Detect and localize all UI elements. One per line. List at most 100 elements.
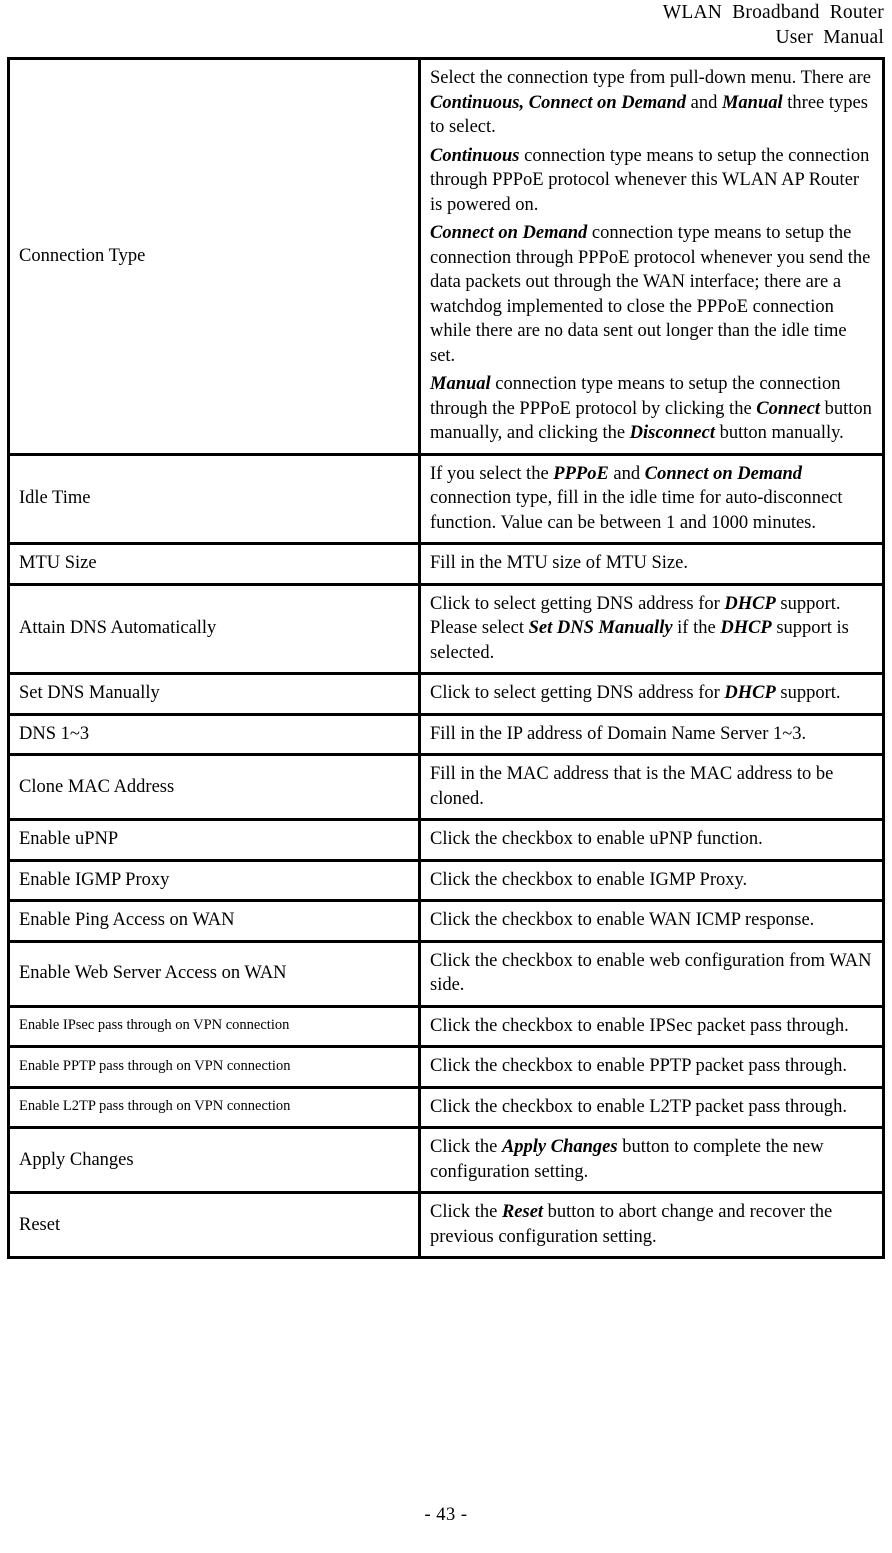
description-paragraph: Click the checkbox to enable web configu… xyxy=(430,949,873,998)
table-row: Connection Type Select the connection typ… xyxy=(7,57,885,456)
setting-name-cell: Enable uPNP xyxy=(7,821,421,862)
setting-description-cell: Fill in the IP address of Domain Name Se… xyxy=(421,715,885,756)
emphasis-term: Apply Changes xyxy=(501,1137,618,1157)
setting-description-cell: Click the checkbox to enable L2TP packet… xyxy=(421,1088,885,1129)
setting-description-cell: Select the connection type from pull-dow… xyxy=(421,57,885,456)
description-text: Select the connection type from pull-dow… xyxy=(430,68,871,88)
page-number: - 43 - xyxy=(424,1505,468,1525)
setting-name-cell: Enable L2TP pass through on VPN connecti… xyxy=(7,1088,421,1129)
setting-name-cell: Attain DNS Automatically xyxy=(7,585,421,675)
description-text: Click the xyxy=(430,1202,502,1222)
setting-description-cell: Click the checkbox to enable web configu… xyxy=(421,942,885,1008)
description-paragraph: Click the checkbox to enable uPNP functi… xyxy=(430,827,873,852)
setting-description-cell: Click to select getting DNS address for … xyxy=(421,585,885,675)
table-row: Set DNS Manually Click to select getting … xyxy=(7,675,885,716)
table-row: Reset Click the Reset button to abort cha… xyxy=(7,1194,885,1259)
setting-description-cell: Click the Apply Changes button to comple… xyxy=(421,1129,885,1194)
description-text: Click to select getting DNS address for xyxy=(430,683,725,703)
description-paragraph: Select the connection type from pull-dow… xyxy=(430,66,873,140)
emphasis-term: Continuous, Connect on Demand xyxy=(430,92,686,113)
emphasis-term: Set DNS Manually xyxy=(528,618,673,638)
setting-name-cell: Set DNS Manually xyxy=(7,675,421,716)
setting-description-cell: Click the checkbox to enable PPTP packet… xyxy=(421,1048,885,1089)
table-row: Enable IGMP Proxy Click the checkbox to e… xyxy=(7,861,885,902)
running-header-line-1: WLAN Broadband Router xyxy=(662,2,884,23)
setting-name-cell: Idle Time xyxy=(7,455,421,545)
setting-description-cell: Fill in the MAC address that is the MAC … xyxy=(421,756,885,821)
description-text: Click the checkbox to enable L2TP packet… xyxy=(430,1096,847,1117)
emphasis-term: DHCP xyxy=(720,618,772,638)
description-paragraph: Click to select getting DNS address for … xyxy=(430,681,873,706)
table-row: Enable uPNP Click the checkbox to enable … xyxy=(7,821,885,862)
table-row: Enable IPsec pass through on VPN connect… xyxy=(7,1007,885,1048)
description-paragraph: Click to select getting DNS address for … xyxy=(430,592,873,666)
running-header: WLAN Broadband Router User Manual xyxy=(0,0,884,50)
description-text: button manually. xyxy=(714,423,844,443)
setting-description-cell: Click the Reset button to abort change a… xyxy=(421,1194,885,1259)
description-paragraph: Click the checkbox to enable L2TP packet… xyxy=(430,1095,873,1120)
setting-name-cell: Clone MAC Address xyxy=(7,756,421,821)
setting-name-cell: DNS 1~3 xyxy=(7,715,421,756)
emphasis-term: PPPoE xyxy=(553,463,609,484)
emphasis-term: Manual xyxy=(430,374,491,394)
description-paragraph: Connect on Demand connection type means … xyxy=(430,221,873,368)
setting-name-cell: Enable Ping Access on WAN xyxy=(7,902,421,943)
description-text: Click the xyxy=(430,1137,502,1157)
setting-name-cell: Enable IPsec pass through on VPN connect… xyxy=(7,1007,421,1048)
description-paragraph: Click the checkbox to enable PPTP packet… xyxy=(430,1054,873,1079)
setting-description-cell: Fill in the MTU size of MTU Size. xyxy=(421,545,885,586)
table-row: Apply Changes Click the Apply Changes but… xyxy=(7,1129,885,1194)
description-paragraph: Fill in the MTU size of MTU Size. xyxy=(430,551,873,576)
description-paragraph: Click the checkbox to enable IGMP Proxy. xyxy=(430,868,873,893)
description-paragraph: Continuous connection type means to setu… xyxy=(430,144,873,218)
setting-description-cell: Click the checkbox to enable WAN ICMP re… xyxy=(421,902,885,943)
emphasis-term: Manual xyxy=(721,92,783,113)
description-text: Click the checkbox to enable IPSec packe… xyxy=(430,1015,849,1036)
setting-name-cell: Apply Changes xyxy=(7,1129,421,1194)
description-text: Click the checkbox to enable IGMP Proxy. xyxy=(430,869,748,890)
emphasis-term: Connect on Demand xyxy=(430,223,588,243)
description-text: Fill in the IP address of Domain Name Se… xyxy=(430,723,807,744)
setting-description-cell: Click the checkbox to enable IPSec packe… xyxy=(421,1007,885,1048)
settings-description-table: Connection Type Select the connection typ… xyxy=(7,57,885,1259)
description-text: and xyxy=(608,463,645,484)
setting-name-cell: Enable PPTP pass through on VPN connecti… xyxy=(7,1048,421,1089)
settings-description-table-body: Connection Type Select the connection typ… xyxy=(7,57,885,1259)
description-paragraph: Click the Reset button to abort change a… xyxy=(430,1200,873,1249)
description-text: Click to select getting DNS address for xyxy=(430,593,725,614)
description-text: support. xyxy=(775,683,841,703)
table-row: MTU Size Fill in the MTU size of MTU Size… xyxy=(7,545,885,586)
manual-page: WLAN Broadband Router User Manual Connec… xyxy=(0,0,892,1553)
description-text: Fill in the MTU size of MTU Size. xyxy=(430,553,688,573)
table-row: Clone MAC Address Fill in the MAC address… xyxy=(7,756,885,821)
emphasis-term: Continuous xyxy=(430,145,520,166)
description-paragraph: Manual connection type means to setup th… xyxy=(430,372,873,446)
table-row: Enable Web Server Access on WAN Click the… xyxy=(7,942,885,1008)
setting-name-cell: Reset xyxy=(7,1194,421,1259)
setting-description-cell: Click to select getting DNS address for … xyxy=(421,675,885,716)
description-paragraph: Click the checkbox to enable WAN ICMP re… xyxy=(430,908,873,933)
table-row: Enable Ping Access on WAN Click the check… xyxy=(7,902,885,943)
setting-description-cell: Click the checkbox to enable uPNP functi… xyxy=(421,821,885,862)
description-text: connection type means to setup the conne… xyxy=(430,223,871,366)
description-text: Click the checkbox to enable WAN ICMP re… xyxy=(430,910,815,930)
emphasis-term: Connect on Demand xyxy=(644,463,803,484)
table-row: Attain DNS Automatically Click to select … xyxy=(7,585,885,675)
description-text: If you select the xyxy=(430,463,554,484)
description-paragraph: Fill in the MAC address that is the MAC … xyxy=(430,762,873,811)
description-text: Click the checkbox to enable uPNP functi… xyxy=(430,829,763,849)
table-row: Enable PPTP pass through on VPN connecti… xyxy=(7,1048,885,1089)
description-text: and xyxy=(686,92,722,113)
description-text: Fill in the MAC address that is the MAC … xyxy=(430,764,834,809)
description-text: Click the checkbox to enable web configu… xyxy=(430,950,872,996)
table-row: Enable L2TP pass through on VPN connecti… xyxy=(7,1088,885,1129)
setting-description-cell: Click the checkbox to enable IGMP Proxy. xyxy=(421,861,885,902)
setting-name-cell: Enable Web Server Access on WAN xyxy=(7,942,421,1008)
table-row: DNS 1~3 Fill in the IP address of Domain … xyxy=(7,715,885,756)
running-header-line-2: User Manual xyxy=(775,27,884,48)
emphasis-term: DHCP xyxy=(724,683,776,703)
description-text: Click the checkbox to enable PPTP packet… xyxy=(430,1056,848,1076)
emphasis-term: Reset xyxy=(501,1202,544,1222)
table-row: Idle Time If you select the PPPoE and Con… xyxy=(7,455,885,545)
setting-name-cell: MTU Size xyxy=(7,545,421,586)
